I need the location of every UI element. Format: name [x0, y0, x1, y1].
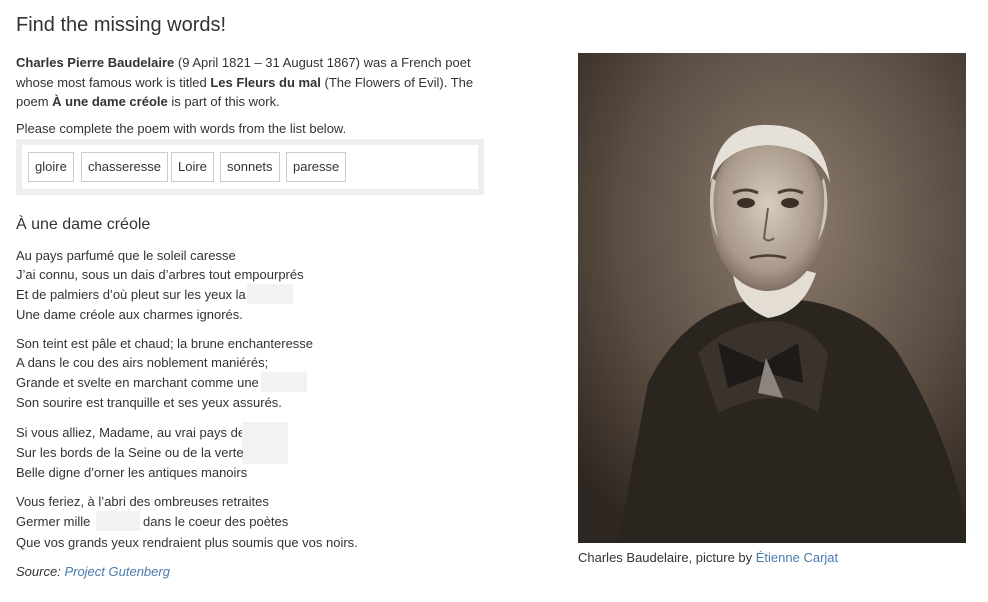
- blank-drop-zone-2[interactable]: [261, 372, 307, 392]
- poem-name: À une dame créole: [52, 94, 168, 109]
- word-bank: gloire chasseresse Loire sonnets paresse: [16, 139, 484, 195]
- photographer-link[interactable]: Étienne Carjat: [756, 550, 838, 565]
- word-chip-sonnets[interactable]: sonnets: [220, 152, 280, 182]
- poem-line: Que vos grands yeux rendraient plus soum…: [16, 535, 358, 550]
- poem-line: Belle digne d’orner les antiques manoirs: [16, 465, 248, 480]
- blank-drop-zone-1[interactable]: [247, 284, 293, 304]
- poem-line: dans le coeur des poètes: [143, 514, 289, 529]
- poem-line: Son teint est pâle et chaud; la brune en…: [16, 336, 314, 351]
- poem-line: Germer mille: [16, 514, 91, 529]
- poet-name: Charles Pierre Baudelaire: [16, 55, 175, 70]
- poem-line: Sur les bords de la Seine ou de la verte: [16, 445, 244, 460]
- poem-line: A dans le cou des airs noblement maniéré…: [16, 355, 269, 370]
- poem-title: À une dame créole: [16, 216, 151, 233]
- word-chip-loire[interactable]: Loire: [171, 152, 214, 182]
- blank-drop-zone-3[interactable]: [242, 422, 288, 464]
- portrait-image: [578, 53, 966, 543]
- poem-line: Et de palmiers d’où pleut sur les yeux l…: [16, 287, 246, 302]
- word-chip-gloire[interactable]: gloire: [28, 152, 74, 182]
- word-chip-chasseresse[interactable]: chasseresse: [81, 152, 168, 182]
- poem-line: Grande et svelte en marchant comme une: [16, 375, 259, 390]
- poem-line: Vous feriez, à l’abri des ombreuses retr…: [16, 494, 269, 509]
- poem-line: Son sourire est tranquille et ses yeux a…: [16, 395, 282, 410]
- blank-drop-zone-4[interactable]: [96, 511, 140, 531]
- work-title: Les Fleurs du mal: [210, 74, 321, 90]
- poem-line: Une dame créole aux charmes ignorés.: [16, 307, 243, 322]
- page-title: Find the missing words!: [16, 14, 227, 36]
- instruction-text: Please complete the poem with words from…: [16, 121, 347, 136]
- poem-line: Au pays parfumé que le soleil caresse: [16, 248, 236, 263]
- source-link[interactable]: Project Gutenberg: [64, 564, 170, 579]
- portrait-photo: [578, 53, 966, 543]
- intro-paragraph: Charles Pierre Baudelaire (9 April 1821 …: [16, 55, 474, 109]
- poem-line: J’ai connu, sous un dais d’arbres tout e…: [16, 267, 304, 282]
- poem-line: Si vous alliez, Madame, au vrai pays de: [16, 425, 246, 440]
- photo-caption: Charles Baudelaire, picture by Étienne C…: [578, 550, 839, 565]
- source-line: Source: Project Gutenberg: [16, 564, 170, 579]
- word-chip-paresse[interactable]: paresse: [286, 152, 347, 182]
